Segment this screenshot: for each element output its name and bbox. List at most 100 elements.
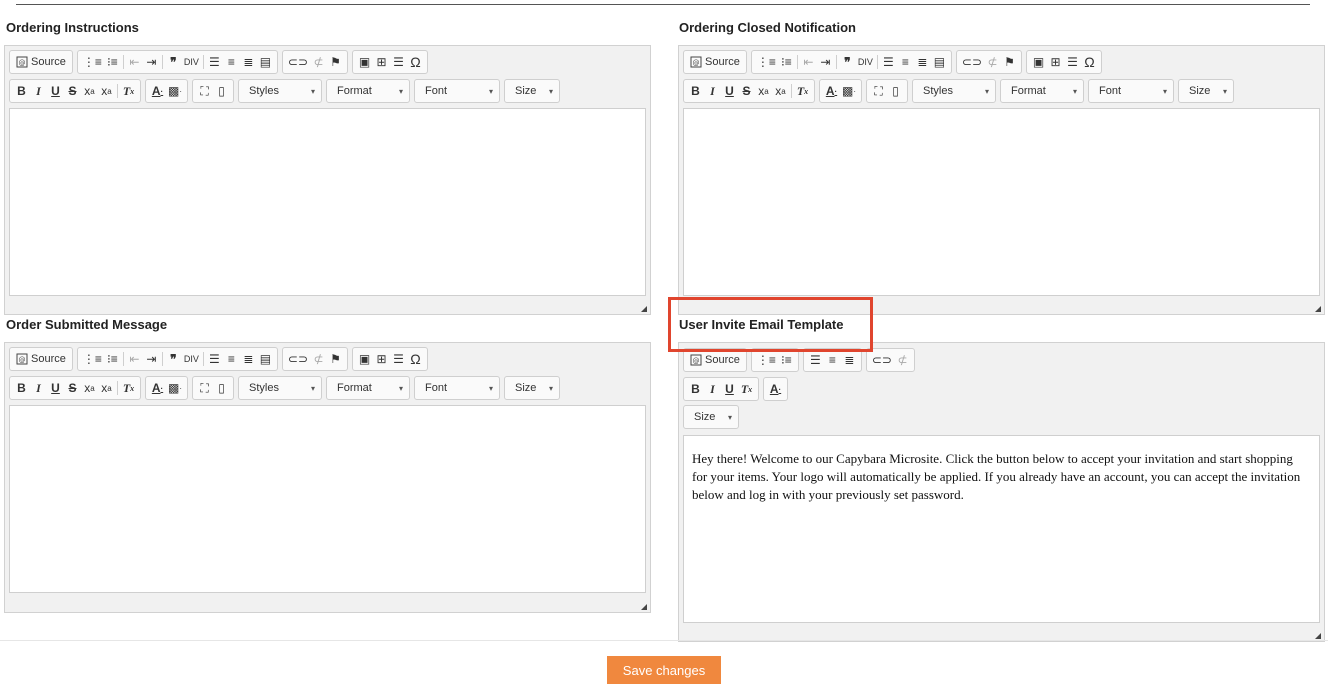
blockquote-icon[interactable]: ❞ bbox=[165, 52, 182, 72]
format-dropdown[interactable]: Format ▾ bbox=[326, 376, 411, 400]
align-center-icon[interactable]: ≡ bbox=[824, 350, 841, 370]
italic-button[interactable]: I bbox=[704, 379, 721, 399]
div-icon[interactable]: DIV bbox=[182, 349, 201, 369]
size-dropdown[interactable]: Size ▾ bbox=[1178, 79, 1235, 103]
size-dropdown[interactable]: Size ▾ bbox=[504, 376, 561, 400]
outdent-icon[interactable]: ⇤ bbox=[126, 52, 143, 72]
styles-dropdown[interactable]: Styles ▾ bbox=[238, 376, 323, 400]
bulleted-list-icon[interactable]: ⁝≡ bbox=[778, 52, 795, 72]
link-icon[interactable]: ⊂⊃ bbox=[870, 350, 894, 370]
subscript-button[interactable]: xa bbox=[81, 378, 98, 398]
source-button[interactable]: @ Source bbox=[687, 350, 743, 370]
maximize-icon[interactable]: ⛶ bbox=[196, 378, 213, 398]
justify-icon[interactable]: ▤ bbox=[257, 52, 274, 72]
link-icon[interactable]: ⊂⊃ bbox=[286, 349, 310, 369]
omega-icon[interactable]: Ω bbox=[407, 52, 424, 72]
align-left-icon[interactable]: ☰ bbox=[807, 350, 824, 370]
unlink-icon[interactable]: ⊄ bbox=[894, 350, 911, 370]
source-button[interactable]: @ Source bbox=[687, 52, 743, 72]
font-dropdown[interactable]: Font ▾ bbox=[414, 79, 501, 103]
unlink-icon[interactable]: ⊄ bbox=[310, 52, 327, 72]
text-color-button[interactable]: A · bbox=[823, 81, 840, 101]
resize-handle-icon[interactable] bbox=[1315, 306, 1321, 312]
resize-handle-icon[interactable] bbox=[641, 604, 647, 610]
table-icon[interactable]: ⊞ bbox=[1047, 52, 1064, 72]
save-changes-button[interactable]: Save changes bbox=[607, 656, 721, 684]
remove-format-button[interactable]: Tx bbox=[738, 379, 755, 399]
font-dropdown[interactable]: Font ▾ bbox=[1088, 79, 1175, 103]
indent-icon[interactable]: ⇥ bbox=[143, 349, 160, 369]
user-invite-content[interactable]: Hey there! Welcome to our Capybara Micro… bbox=[683, 435, 1320, 623]
superscript-button[interactable]: xa bbox=[98, 378, 115, 398]
styles-dropdown[interactable]: Styles ▾ bbox=[912, 79, 997, 103]
bulleted-list-icon[interactable]: ⁝≡ bbox=[104, 349, 121, 369]
underline-button[interactable]: U bbox=[47, 81, 64, 101]
anchor-flag-icon[interactable]: ⚑ bbox=[1001, 52, 1018, 72]
font-dropdown[interactable]: Font ▾ bbox=[414, 376, 501, 400]
underline-button[interactable]: U bbox=[47, 378, 64, 398]
italic-button[interactable]: I bbox=[30, 81, 47, 101]
show-blocks-icon[interactable]: ▯ bbox=[887, 81, 904, 101]
horizontal-line-icon[interactable]: ☰ bbox=[390, 52, 407, 72]
superscript-button[interactable]: xa bbox=[772, 81, 789, 101]
align-left-icon[interactable]: ☰ bbox=[206, 349, 223, 369]
numbered-list-icon[interactable]: ⋮≡ bbox=[81, 349, 104, 369]
order-submitted-content[interactable] bbox=[9, 405, 646, 593]
subscript-button[interactable]: xa bbox=[81, 81, 98, 101]
justify-icon[interactable]: ▤ bbox=[257, 349, 274, 369]
format-dropdown[interactable]: Format ▾ bbox=[326, 79, 411, 103]
bulleted-list-icon[interactable]: ⁝≡ bbox=[778, 350, 795, 370]
strikethrough-button[interactable]: S bbox=[64, 81, 81, 101]
superscript-button[interactable]: xa bbox=[98, 81, 115, 101]
align-center-icon[interactable]: ≡ bbox=[897, 52, 914, 72]
remove-format-button[interactable]: Tx bbox=[794, 81, 811, 101]
size-dropdown[interactable]: Size ▾ bbox=[683, 405, 739, 429]
numbered-list-icon[interactable]: ⋮≡ bbox=[755, 52, 778, 72]
bulleted-list-icon[interactable]: ⁝≡ bbox=[104, 52, 121, 72]
align-right-icon[interactable]: ≣ bbox=[914, 52, 931, 72]
bold-button[interactable]: B bbox=[13, 81, 30, 101]
remove-format-button[interactable]: Tx bbox=[120, 378, 137, 398]
ordering-closed-content[interactable] bbox=[683, 108, 1320, 296]
source-button[interactable]: @ Source bbox=[13, 52, 69, 72]
source-button[interactable]: @ Source bbox=[13, 349, 69, 369]
text-color-button[interactable]: A · bbox=[149, 378, 166, 398]
align-left-icon[interactable]: ☰ bbox=[880, 52, 897, 72]
indent-icon[interactable]: ⇥ bbox=[817, 52, 834, 72]
resize-handle-icon[interactable] bbox=[1315, 633, 1321, 639]
table-icon[interactable]: ⊞ bbox=[373, 349, 390, 369]
align-right-icon[interactable]: ≣ bbox=[841, 350, 858, 370]
show-blocks-icon[interactable]: ▯ bbox=[213, 378, 230, 398]
align-center-icon[interactable]: ≡ bbox=[223, 349, 240, 369]
horizontal-line-icon[interactable]: ☰ bbox=[1064, 52, 1081, 72]
anchor-flag-icon[interactable]: ⚑ bbox=[327, 349, 344, 369]
align-center-icon[interactable]: ≡ bbox=[223, 52, 240, 72]
text-color-button[interactable]: A · bbox=[149, 81, 166, 101]
anchor-flag-icon[interactable]: ⚑ bbox=[327, 52, 344, 72]
link-icon[interactable]: ⊂⊃ bbox=[286, 52, 310, 72]
strikethrough-button[interactable]: S bbox=[64, 378, 81, 398]
unlink-icon[interactable]: ⊄ bbox=[984, 52, 1001, 72]
text-color-button[interactable]: A · bbox=[767, 379, 784, 399]
table-icon[interactable]: ⊞ bbox=[373, 52, 390, 72]
underline-button[interactable]: U bbox=[721, 81, 738, 101]
unlink-icon[interactable]: ⊄ bbox=[310, 349, 327, 369]
justify-icon[interactable]: ▤ bbox=[931, 52, 948, 72]
outdent-icon[interactable]: ⇤ bbox=[800, 52, 817, 72]
subscript-button[interactable]: xa bbox=[755, 81, 772, 101]
strikethrough-button[interactable]: S bbox=[738, 81, 755, 101]
align-right-icon[interactable]: ≣ bbox=[240, 349, 257, 369]
omega-icon[interactable]: Ω bbox=[1081, 52, 1098, 72]
outdent-icon[interactable]: ⇤ bbox=[126, 349, 143, 369]
ordering-instructions-content[interactable] bbox=[9, 108, 646, 296]
image-icon[interactable]: ▣ bbox=[356, 52, 373, 72]
image-icon[interactable]: ▣ bbox=[356, 349, 373, 369]
background-color-button[interactable]: ▩ · bbox=[166, 378, 184, 398]
remove-format-button[interactable]: Tx bbox=[120, 81, 137, 101]
div-icon[interactable]: DIV bbox=[182, 52, 201, 72]
styles-dropdown[interactable]: Styles ▾ bbox=[238, 79, 323, 103]
align-right-icon[interactable]: ≣ bbox=[240, 52, 257, 72]
omega-icon[interactable]: Ω bbox=[407, 349, 424, 369]
format-dropdown[interactable]: Format ▾ bbox=[1000, 79, 1085, 103]
resize-handle-icon[interactable] bbox=[641, 306, 647, 312]
